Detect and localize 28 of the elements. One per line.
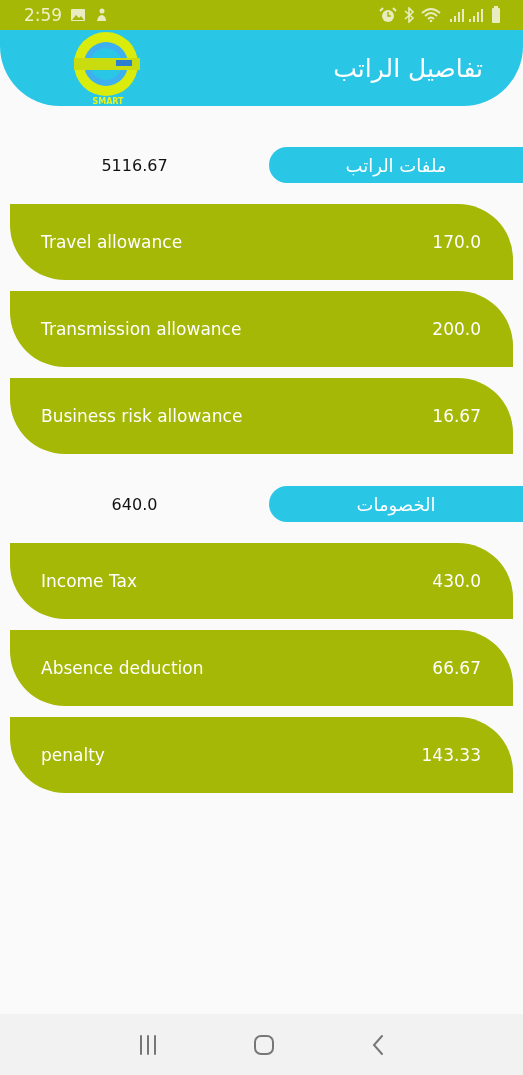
item-label: Absence deduction bbox=[41, 658, 204, 678]
section-total: 5116.67 bbox=[100, 155, 169, 175]
screen-title: تفاصيل الراتب bbox=[333, 53, 483, 83]
section-total: 640.0 bbox=[110, 494, 159, 514]
bluetooth-icon bbox=[403, 7, 415, 23]
item-amount: 66.67 bbox=[432, 658, 481, 678]
item-label: penalty bbox=[41, 745, 105, 765]
figure-icon bbox=[94, 7, 109, 23]
battery-icon bbox=[491, 6, 501, 24]
item-label: Income Tax bbox=[41, 571, 137, 591]
back-icon[interactable] bbox=[371, 1033, 386, 1056]
recent-apps-icon[interactable] bbox=[137, 1034, 158, 1055]
section-title: الخصومات bbox=[356, 493, 436, 515]
item-amount: 170.0 bbox=[432, 232, 481, 252]
item-amount: 16.67 bbox=[432, 406, 481, 426]
item-amount: 200.0 bbox=[432, 319, 481, 339]
item-label: Transmission allowance bbox=[41, 319, 242, 339]
home-icon[interactable] bbox=[253, 1033, 276, 1056]
section-title: ملفات الراتب bbox=[345, 154, 447, 176]
alarm-icon bbox=[379, 7, 397, 23]
wifi-icon bbox=[421, 7, 443, 23]
image-icon bbox=[70, 8, 87, 22]
item-label: Business risk allowance bbox=[41, 406, 243, 426]
item-label: Travel allowance bbox=[41, 232, 183, 252]
item-amount: 430.0 bbox=[432, 571, 481, 591]
clock-time: 2:59 bbox=[24, 5, 63, 25]
signal-icon bbox=[449, 7, 485, 23]
item-amount: 143.33 bbox=[421, 745, 481, 765]
